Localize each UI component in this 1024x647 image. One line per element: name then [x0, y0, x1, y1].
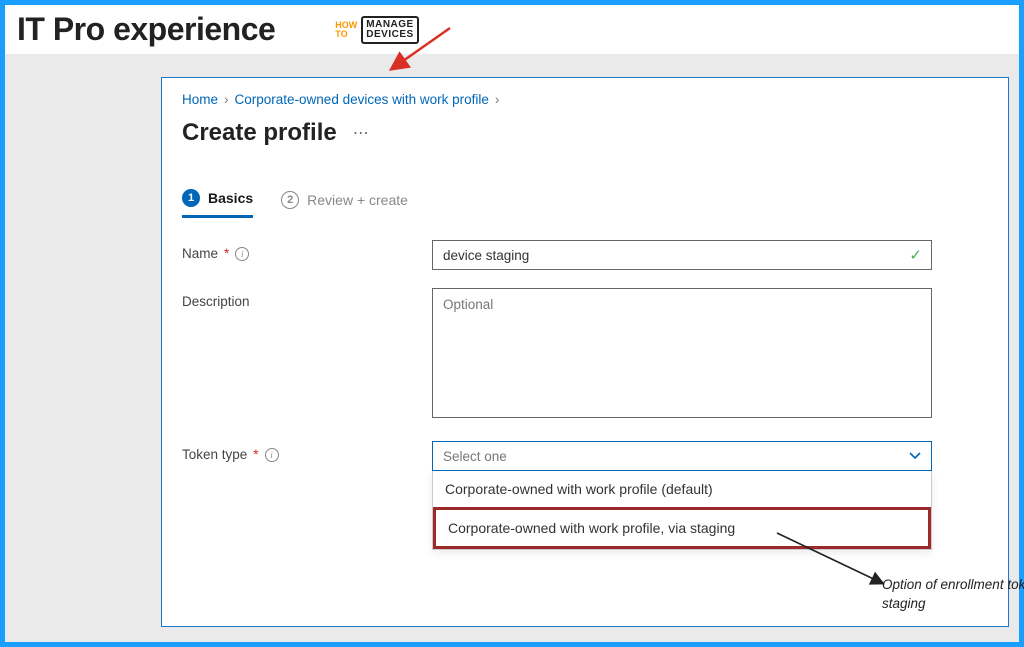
token-option-default[interactable]: Corporate-owned with work profile (defau… [433, 471, 931, 507]
checkmark-icon: ✓ [909, 246, 922, 264]
breadcrumb: Home › Corporate-owned devices with work… [182, 92, 988, 107]
tab-strip: 1 Basics 2 Review + create [182, 189, 988, 218]
token-type-dropdown: Corporate-owned with work profile (defau… [432, 471, 932, 550]
logo-text: TO [335, 30, 357, 38]
tab-review-create[interactable]: 2 Review + create [281, 191, 408, 217]
app-frame: IT Pro experience HOW TO MANAGE DEVICES … [0, 0, 1024, 647]
breadcrumb-home[interactable]: Home [182, 92, 218, 107]
logo-text: DEVICES [366, 30, 413, 40]
select-placeholder: Select one [443, 449, 507, 464]
name-label: Name * i [182, 240, 432, 261]
page-heading: IT Pro experience [17, 11, 275, 48]
step-number-icon: 2 [281, 191, 299, 209]
token-option-staging[interactable]: Corporate-owned with work profile, via s… [433, 507, 931, 549]
token-type-label: Token type * i [182, 441, 432, 462]
tab-label: Review + create [307, 192, 408, 208]
description-label: Description [182, 288, 432, 309]
logo-text: MANAGE [366, 20, 413, 30]
info-icon[interactable]: i [235, 247, 249, 261]
required-asterisk: * [253, 447, 258, 462]
form-area: Name * i ✓ Description [182, 240, 988, 550]
tab-basics[interactable]: 1 Basics [182, 189, 253, 218]
logo: HOW TO MANAGE DEVICES [335, 16, 418, 44]
annotation-text: Option of enrollment token for device st… [882, 576, 1024, 614]
required-asterisk: * [224, 246, 229, 261]
form-row-token-type: Token type * i Select one Corporate-owne… [182, 441, 988, 550]
chevron-right-icon: › [224, 92, 229, 107]
tab-label: Basics [208, 190, 253, 206]
page-title: Create profile [182, 119, 337, 147]
title-row: Create profile ⋯ [182, 119, 988, 147]
description-input[interactable] [432, 288, 932, 418]
token-type-select[interactable]: Select one [432, 441, 932, 471]
form-row-description: Description [182, 288, 988, 423]
header-band: IT Pro experience HOW TO MANAGE DEVICES [5, 5, 1019, 54]
name-input[interactable] [432, 240, 932, 270]
breadcrumb-parent[interactable]: Corporate-owned devices with work profil… [235, 92, 489, 107]
portal-panel: Home › Corporate-owned devices with work… [161, 77, 1009, 627]
info-icon[interactable]: i [265, 448, 279, 462]
form-row-name: Name * i ✓ [182, 240, 988, 270]
step-number-icon: 1 [182, 189, 200, 207]
more-actions-button[interactable]: ⋯ [353, 123, 371, 143]
chevron-down-icon [909, 452, 921, 460]
chevron-right-icon: › [495, 92, 500, 107]
